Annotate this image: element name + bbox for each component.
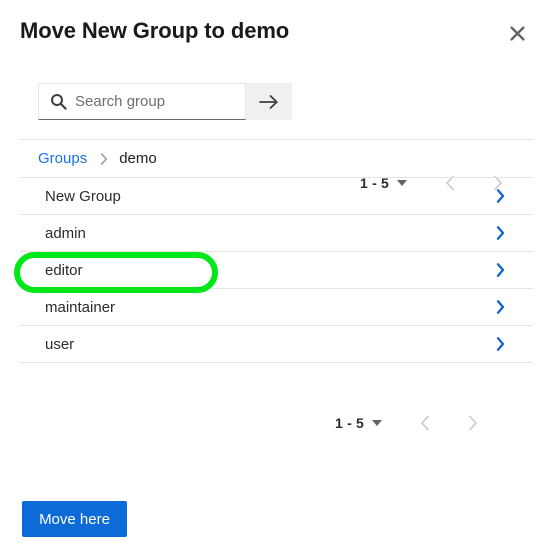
dialog-header: Move New Group to demo	[0, 0, 553, 62]
chevron-right-icon[interactable]	[496, 226, 505, 240]
page-range-label-bottom: 1 - 5	[335, 415, 365, 431]
group-name-label: maintainer	[45, 298, 116, 316]
group-name-label: editor	[45, 261, 83, 279]
search-group-form	[38, 83, 292, 120]
move-group-dialog: Move New Group to demo Search group 1 - …	[0, 0, 553, 552]
paginator-bottom: 1 - 5	[335, 408, 486, 438]
chevron-right-icon[interactable]	[496, 300, 505, 314]
close-icon[interactable]	[505, 21, 529, 45]
table-row[interactable]: maintainer	[20, 289, 533, 326]
search-icon	[50, 93, 68, 111]
table-row[interactable]: admin	[20, 215, 533, 252]
breadcrumb: Groups demo	[20, 150, 157, 167]
chevron-right-icon[interactable]	[496, 189, 505, 203]
page-title: Move New Group to demo	[20, 18, 290, 43]
group-list-table: Groups demo New Group admin editor maint…	[20, 139, 533, 363]
next-page-button-bottom[interactable]	[460, 410, 486, 436]
chevron-left-icon	[421, 415, 429, 431]
search-input[interactable]	[75, 84, 241, 119]
search-submit-button[interactable]	[246, 83, 292, 120]
chevron-right-icon[interactable]	[496, 263, 505, 277]
table-row[interactable]: editor	[20, 252, 533, 289]
breadcrumb-link-groups[interactable]: Groups	[38, 150, 87, 167]
table-row[interactable]: user	[20, 326, 533, 363]
chevron-right-icon	[100, 152, 108, 165]
search-field	[38, 83, 246, 120]
page-range-select-bottom[interactable]: 1 - 5	[335, 415, 383, 431]
group-name-label: user	[45, 335, 75, 353]
chevron-right-icon[interactable]	[496, 337, 505, 351]
chevron-right-icon	[469, 415, 477, 431]
group-name-label: admin	[45, 224, 86, 242]
group-name-label: New Group	[45, 187, 121, 205]
search-row: 1 - 5	[0, 80, 553, 191]
chevron-down-icon	[372, 420, 383, 426]
previous-page-button-bottom[interactable]	[412, 410, 438, 436]
table-row[interactable]: New Group	[20, 178, 533, 215]
arrow-right-icon	[259, 94, 278, 109]
breadcrumb-row: Groups demo	[20, 139, 533, 178]
breadcrumb-current-demo: demo	[119, 150, 157, 167]
move-here-button[interactable]: Move here	[22, 501, 127, 537]
